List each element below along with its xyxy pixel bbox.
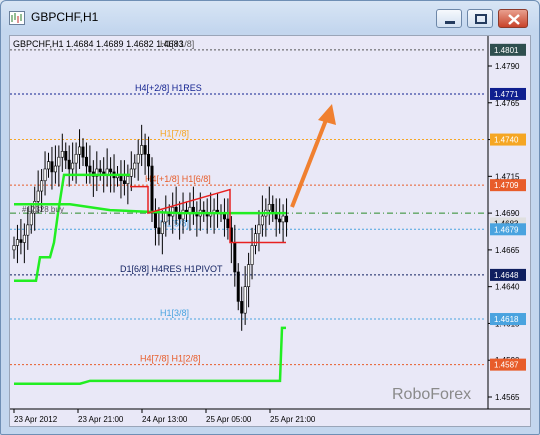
- candle-body: [153, 212, 157, 229]
- candle-body: [15, 239, 19, 246]
- candle-body: [22, 234, 26, 243]
- candle-body: [233, 242, 237, 273]
- candle-body: [240, 301, 244, 314]
- candle-body: [267, 203, 271, 211]
- candle-body: [36, 190, 40, 202]
- candle-body: [46, 161, 50, 170]
- candle-body: [19, 239, 23, 243]
- candle-body: [57, 156, 61, 167]
- price-badge-label: 1.4740: [494, 136, 519, 145]
- minimize-button[interactable]: [436, 9, 462, 28]
- candle-body: [126, 176, 130, 184]
- candle-body: [243, 286, 247, 314]
- price-badge-label: 1.4801: [494, 46, 519, 55]
- candle-body: [278, 218, 282, 223]
- close-button[interactable]: [498, 9, 528, 28]
- y-tick-label: 1.4565: [495, 393, 520, 402]
- candle-body: [250, 245, 254, 265]
- candle-body: [122, 180, 126, 184]
- candle-body: [64, 151, 68, 161]
- x-tick-label: 25 Apr 21:00: [270, 415, 316, 424]
- y-tick-label: 1.4665: [495, 246, 520, 255]
- candle-body: [147, 153, 151, 167]
- candle-body: [226, 218, 230, 229]
- candle-body: [160, 221, 164, 235]
- close-icon: [508, 14, 520, 25]
- y-tick-label: 1.4765: [495, 99, 520, 108]
- x-tick-label: 23 Apr 21:00: [78, 415, 124, 424]
- level-label: H4[+2/8] H1RES: [135, 83, 202, 93]
- candle-body: [53, 165, 57, 173]
- candle-body: [260, 215, 264, 226]
- price-badge-label: 1.4648: [494, 271, 519, 280]
- level-label: H4[+1/8] H1[6/8]: [145, 174, 211, 184]
- candle-body: [133, 162, 137, 170]
- price-chart[interactable]: H1[+1/8]H4[+2/8] H1RESH1[7/8]H4[+1/8] H1…: [10, 36, 530, 426]
- x-tick-label: 24 Apr 13:00: [142, 415, 188, 424]
- candle-body: [40, 180, 44, 192]
- y-tick-label: 1.4790: [495, 62, 520, 71]
- candle-body: [236, 271, 240, 302]
- candle-body: [81, 146, 85, 158]
- candle-body: [98, 168, 102, 173]
- window-title: GBPCHF,H1: [31, 10, 99, 24]
- y-tick-label: 1.4640: [495, 283, 520, 292]
- candle-body: [281, 215, 285, 223]
- candle-body: [271, 203, 275, 214]
- chart-window-icon: [9, 10, 25, 25]
- candle-body: [78, 146, 82, 155]
- candle-body: [71, 162, 75, 170]
- level-label: H4[7/8] H1[2/8]: [140, 354, 201, 364]
- minimize-icon: [445, 21, 455, 24]
- x-tick-label: 23 Apr 2012: [14, 415, 58, 424]
- price-badge-label: 1.4709: [494, 181, 519, 190]
- candle-body: [60, 151, 64, 158]
- candle-body: [29, 212, 33, 226]
- title-bar[interactable]: GBPCHF,H1: [1, 1, 539, 33]
- y-tick-label: 1.4690: [495, 209, 520, 218]
- restore-icon: [475, 14, 487, 24]
- chart-area[interactable]: H1[+1/8] H4[+2/8] H1RES H1[7/8] H4[+1/8] H1…: [9, 35, 531, 427]
- x-tick-label: 25 Apr 05:00: [206, 415, 252, 424]
- candle-body: [247, 264, 251, 287]
- candle-body: [109, 168, 113, 173]
- price-badge-label: 1.4618: [494, 315, 519, 324]
- candle-body: [157, 227, 161, 235]
- candle-body: [143, 145, 147, 155]
- candle-body: [140, 145, 144, 155]
- watermark: RoboForex: [392, 386, 471, 403]
- candle-body: [129, 168, 133, 177]
- candle-body: [257, 224, 261, 235]
- candle-body: [88, 165, 92, 173]
- candle-body: [285, 215, 289, 223]
- chart-header: GBPCHF,H1 1.4684 1.4689 1.4682 1.4683: [13, 39, 184, 49]
- trade-marker-label: #12328 buy: [22, 205, 64, 214]
- candle-body: [50, 161, 54, 173]
- candle-body: [181, 209, 185, 220]
- candle-body: [164, 212, 168, 223]
- price-badge-label: 1.4679: [494, 225, 519, 234]
- level-label: H1[7/8]: [160, 129, 189, 139]
- candle-body: [150, 165, 154, 214]
- candle-body: [84, 156, 88, 167]
- forecast-arrow-icon: [290, 104, 336, 208]
- level-label: D1[6/8] H4RES H1PIVOT: [120, 264, 223, 274]
- candle-body: [254, 233, 258, 246]
- candle-body: [136, 153, 140, 164]
- candle-body: [67, 159, 71, 170]
- candle-body: [74, 153, 78, 164]
- candle-body: [43, 168, 47, 182]
- price-badge-label: 1.4771: [494, 90, 519, 99]
- level-label: H1[3/8]: [160, 308, 189, 318]
- candle-body: [26, 224, 30, 236]
- restore-button[interactable]: [467, 9, 493, 28]
- candle-body: [12, 245, 16, 251]
- price-badge-label: 1.4587: [494, 361, 519, 370]
- chart-window: GBPCHF,H1 H1[+1/8] H4[+2/8] H1RES H1[7/8] H…: [0, 0, 540, 435]
